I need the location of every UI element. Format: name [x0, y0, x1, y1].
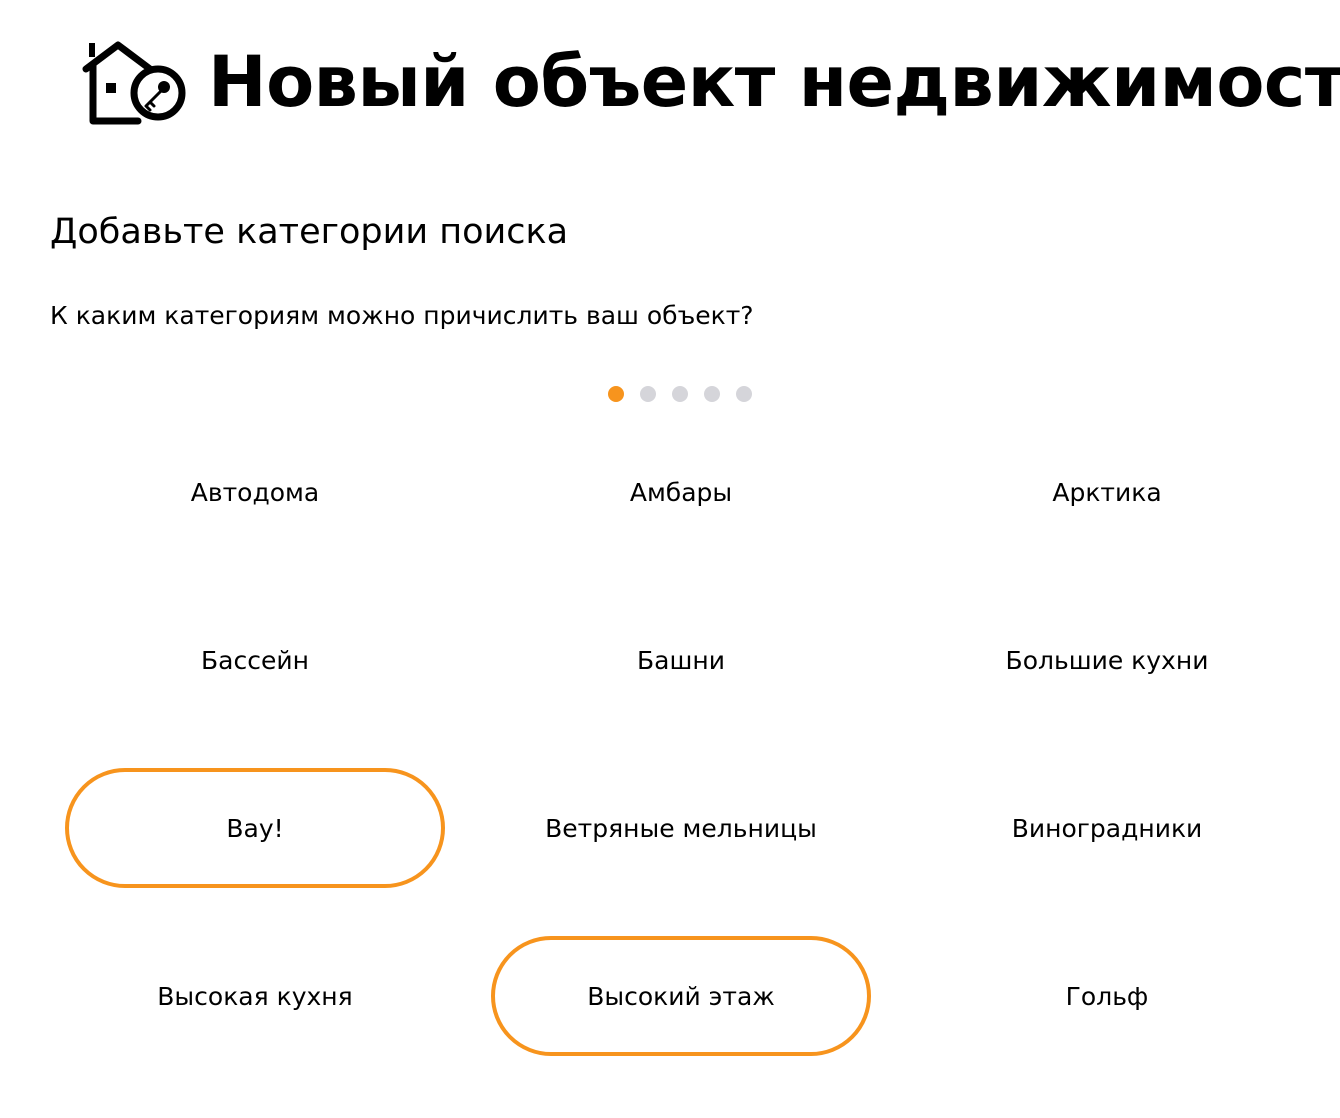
category-chip-big-kitchens[interactable]: Большие кухни	[917, 600, 1297, 720]
category-cell: Амбары	[468, 408, 894, 576]
category-chip-towers[interactable]: Башни	[491, 600, 871, 720]
category-cell: Гольф	[894, 912, 1320, 1080]
page-dot-1[interactable]	[608, 386, 624, 402]
category-chip-high-floor[interactable]: Высокий этаж	[491, 936, 871, 1056]
category-chip-vineyards[interactable]: Виноградники	[917, 768, 1297, 888]
category-chip-wow[interactable]: Вау!	[65, 768, 445, 888]
category-chip-barns[interactable]: Амбары	[491, 432, 871, 552]
page-dot-4[interactable]	[704, 386, 720, 402]
category-chip-haute-cuisine[interactable]: Высокая кухня	[65, 936, 445, 1056]
page-dot-3[interactable]	[672, 386, 688, 402]
header: Новый объект недвижимости	[82, 22, 1340, 142]
category-chip-motorhomes[interactable]: Автодома	[65, 432, 445, 552]
category-cell: Башни	[468, 576, 894, 744]
pagination-dots	[608, 386, 768, 402]
category-cell: Автодома	[42, 408, 468, 576]
page-dot-2[interactable]	[640, 386, 656, 402]
category-cell: Бассейн	[42, 576, 468, 744]
category-chip-arctic[interactable]: Арктика	[917, 432, 1297, 552]
page-title: Новый объект недвижимости	[208, 41, 1340, 123]
category-chip-pool[interactable]: Бассейн	[65, 600, 445, 720]
section-title: Добавьте категории поиска	[50, 212, 569, 252]
category-cell: Высокий этаж	[468, 912, 894, 1080]
page-dot-5[interactable]	[736, 386, 752, 402]
category-cell: Высокая кухня	[42, 912, 468, 1080]
question-text: К каким категориям можно причислить ваш …	[50, 301, 754, 330]
page: Новый объект недвижимости Добавьте катег…	[0, 0, 1340, 1118]
house-key-icon	[82, 39, 186, 125]
category-cell: Виноградники	[894, 744, 1320, 912]
category-cell: Ветряные мельницы	[468, 744, 894, 912]
category-chip-golf[interactable]: Гольф	[917, 936, 1297, 1056]
category-grid: Автодома Амбары Арктика Бассейн Башни Бо…	[42, 408, 1318, 1080]
category-cell: Вау!	[42, 744, 468, 912]
category-chip-windmills[interactable]: Ветряные мельницы	[491, 768, 871, 888]
category-cell: Арктика	[894, 408, 1320, 576]
category-cell: Большие кухни	[894, 576, 1320, 744]
